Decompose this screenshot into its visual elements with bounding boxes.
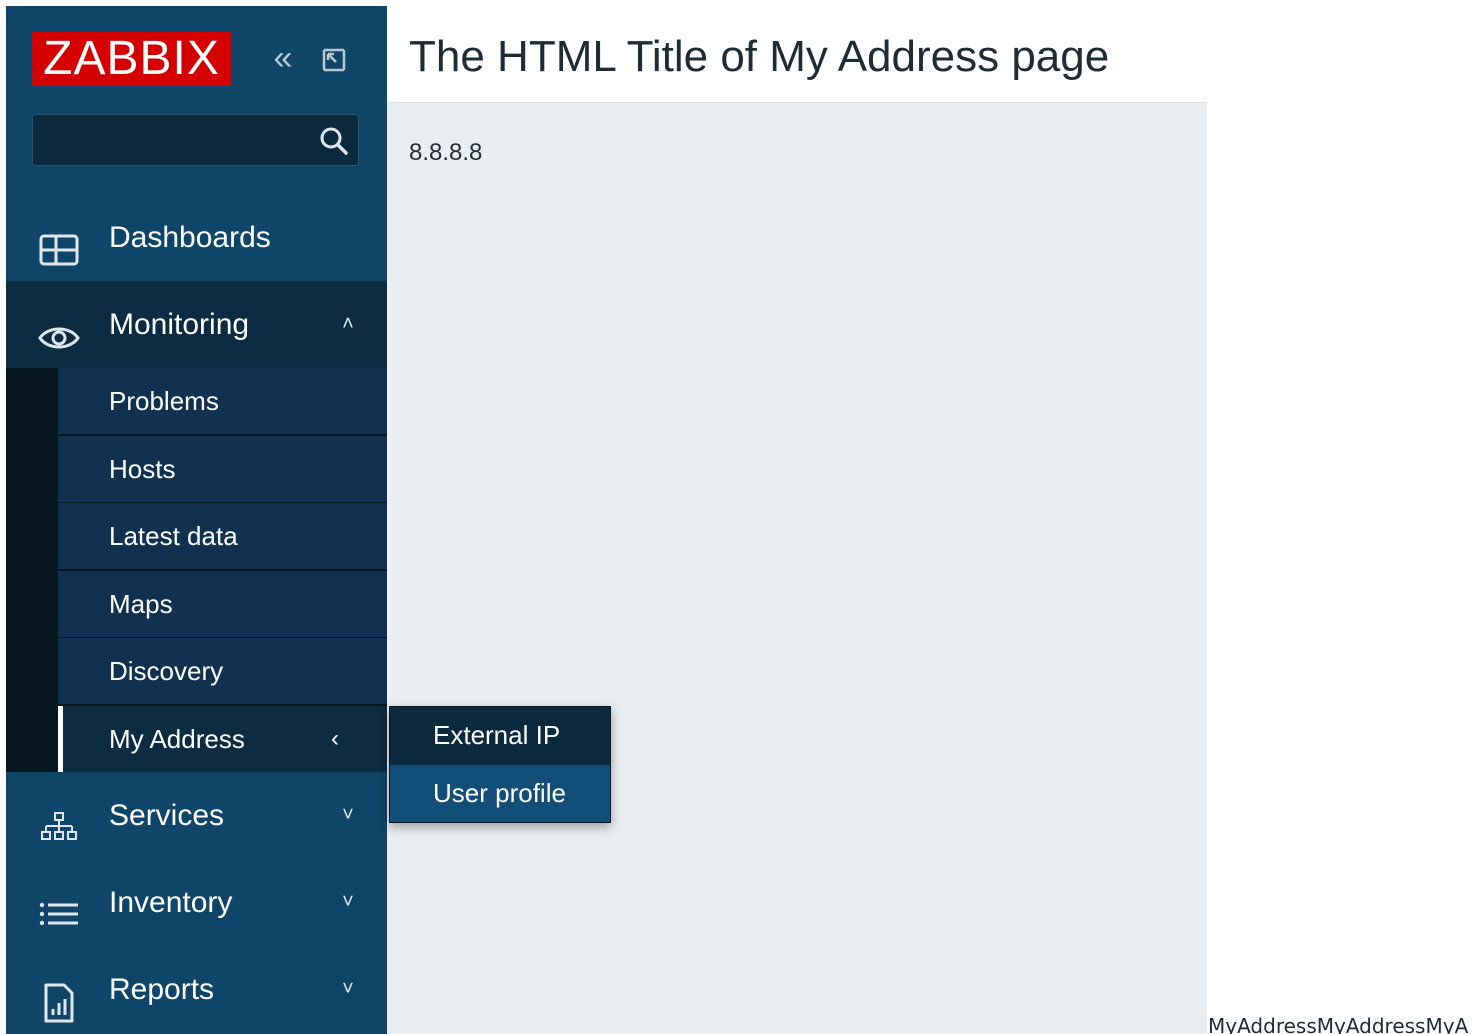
submenu-item-latest-data[interactable]: Latest data — [58, 503, 387, 569]
report-chart-icon — [38, 970, 80, 1023]
search-input[interactable] — [41, 121, 315, 161]
services-tree-icon — [38, 796, 80, 840]
my-address-flyout-menu: External IP User profile — [389, 706, 611, 823]
flyout-item-label: External IP — [433, 720, 561, 750]
sidebar: ZABBIX « Dashboards Monitoring ˄ Problem… — [6, 6, 387, 1034]
flyout-item-label: User profile — [433, 778, 566, 808]
page-header: The HTML Title of My Address page — [387, 6, 1207, 103]
page-title: The HTML Title of My Address page — [409, 32, 1110, 81]
nav-item-dashboards[interactable]: Dashboards — [6, 194, 387, 281]
nav-item-inventory[interactable]: Inventory ˅ — [6, 859, 387, 946]
chevron-down-icon: ˅ — [342, 978, 354, 1000]
chevron-up-icon: ˄ — [342, 313, 354, 335]
flyout-item-external-ip[interactable]: External IP — [390, 707, 610, 764]
submenu-item-label: My Address — [109, 724, 245, 754]
overflow-text: MyAddressMyAddressMyA — [1208, 1014, 1469, 1034]
list-icon — [38, 883, 80, 926]
submenu-item-label: Latest data — [109, 521, 238, 551]
search-icon[interactable] — [318, 125, 350, 157]
nav-item-label: Monitoring — [109, 308, 250, 341]
submenu-item-hosts[interactable]: Hosts — [58, 436, 387, 502]
chevron-left-icon: ‹ — [331, 725, 339, 752]
chevron-down-icon: ˅ — [342, 891, 354, 913]
flyout-item-user-profile[interactable]: User profile — [390, 765, 610, 822]
kiosk-mode-icon[interactable] — [318, 44, 350, 76]
chevron-down-icon: ˅ — [342, 804, 354, 826]
submenu-item-my-address[interactable]: My Address ‹ — [58, 706, 387, 772]
submenu-item-label: Discovery — [109, 656, 224, 686]
submenu-item-discovery[interactable]: Discovery — [58, 638, 387, 704]
submenu-item-maps[interactable]: Maps — [58, 571, 387, 637]
submenu-item-label: Hosts — [109, 454, 176, 484]
zabbix-logo[interactable]: ZABBIX — [32, 32, 231, 86]
nav-item-label: Services — [109, 799, 225, 832]
submenu-item-problems[interactable]: Problems — [58, 368, 387, 434]
submenu-item-label: Problems — [109, 386, 219, 416]
nav-item-label: Inventory — [109, 886, 233, 919]
search-field[interactable] — [32, 114, 359, 166]
external-ip-value: 8.8.8.8 — [409, 139, 483, 166]
nav-item-label: Dashboards — [109, 221, 271, 254]
nav-item-services[interactable]: Services ˅ — [6, 772, 387, 859]
collapse-sidebar-icon[interactable]: « — [268, 38, 298, 78]
eye-icon — [38, 305, 80, 349]
nav-item-label: Reports — [109, 973, 215, 1006]
nav-item-monitoring[interactable]: Monitoring ˄ — [6, 281, 387, 368]
nav-item-reports[interactable]: Reports ˅ — [6, 946, 387, 1033]
dashboard-grid-icon — [38, 218, 80, 266]
submenu-item-label: Maps — [109, 589, 173, 619]
main-content: 8.8.8.8 — [387, 103, 1207, 1034]
